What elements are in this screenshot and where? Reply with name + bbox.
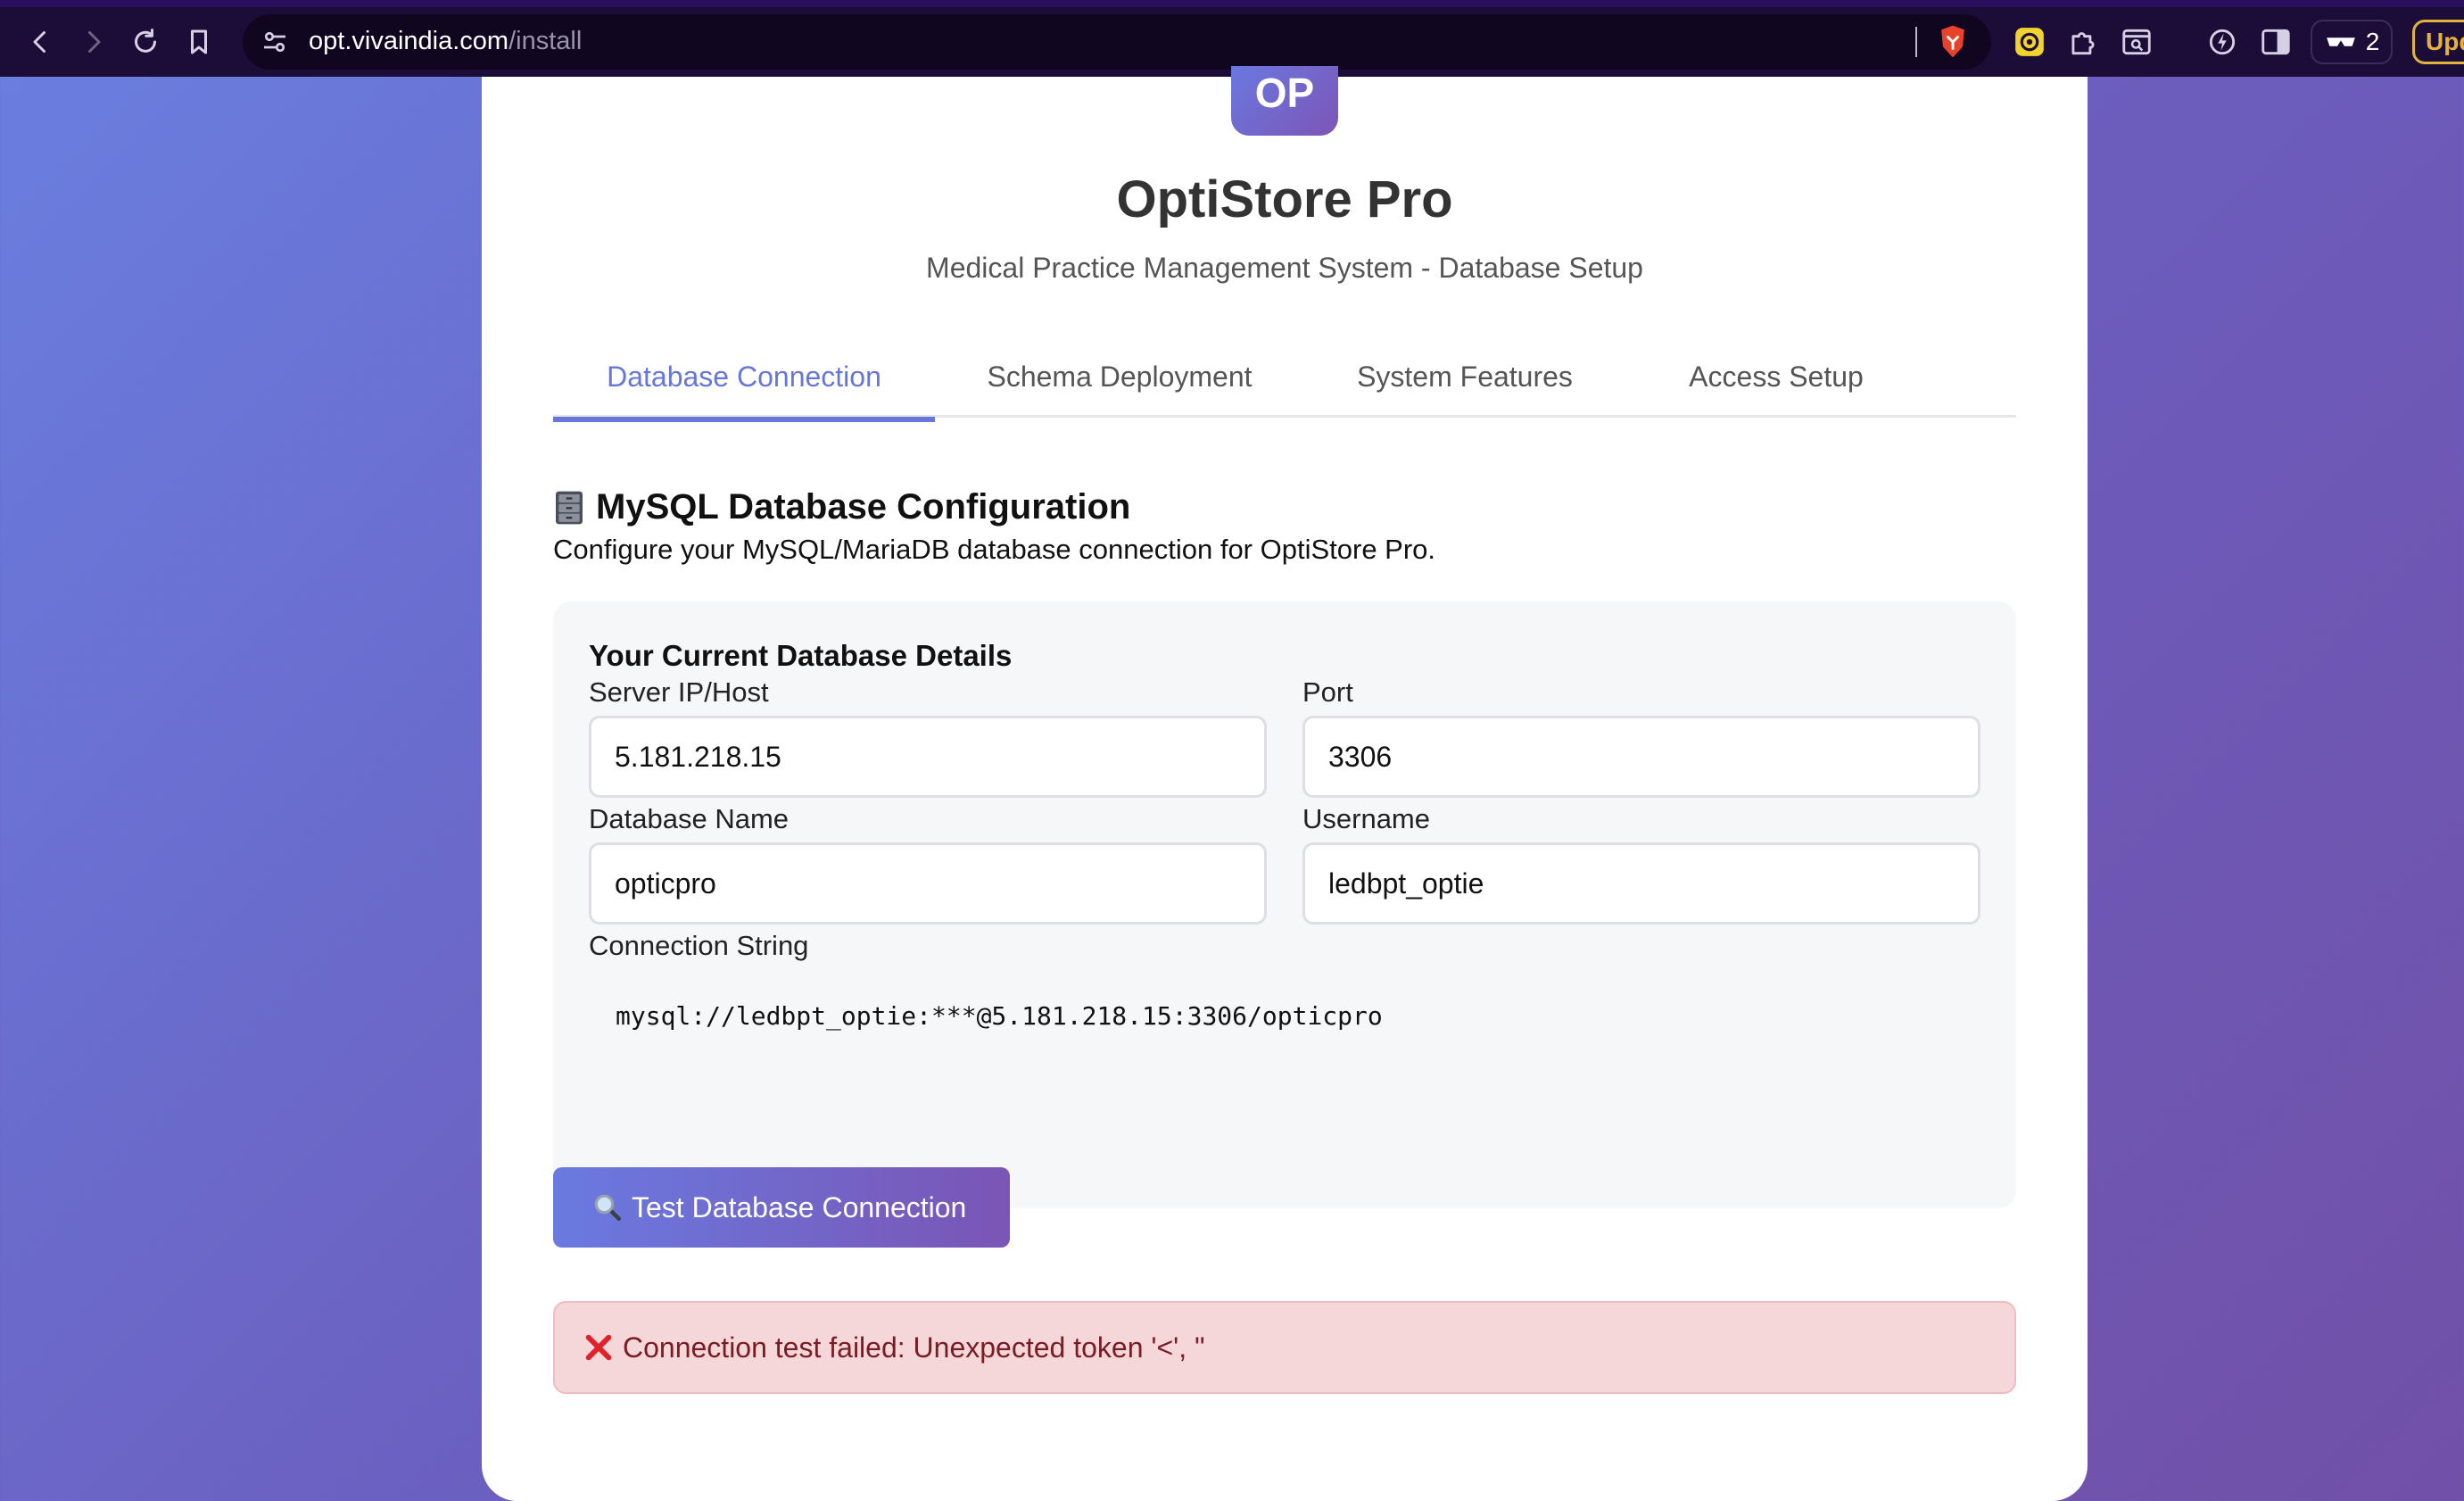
- section-description: Configure your MySQL/MariaDB database co…: [553, 534, 1436, 565]
- private-windows-button[interactable]: 2: [2311, 20, 2393, 64]
- setup-tabs: Database Connection Schema Deployment Sy…: [553, 361, 2016, 422]
- sidebar-toggle-button[interactable]: [2255, 21, 2296, 62]
- site-settings-icon[interactable]: [259, 26, 291, 58]
- test-connection-button[interactable]: Test Database Connection: [553, 1167, 1010, 1248]
- server-host-input[interactable]: [589, 716, 1267, 798]
- glasses-icon: [2326, 37, 2355, 46]
- chevron-left-icon: [33, 31, 45, 53]
- leo-ai-button[interactable]: [2202, 21, 2243, 62]
- section-heading: MySQL Database Configuration: [553, 487, 1130, 527]
- port-label: Port: [1302, 676, 1353, 708]
- app-title: OptiStore Pro: [1116, 170, 1453, 228]
- brave-shield-icon[interactable]: [1933, 22, 1972, 62]
- tab-schema-deployment[interactable]: Schema Deployment: [935, 361, 1304, 418]
- extension-badge-icon: [2015, 28, 2044, 56]
- private-window-count: 2: [2365, 28, 2380, 55]
- ai-assistant-icon: [2209, 29, 2236, 55]
- tab-access-setup[interactable]: Access Setup: [1625, 361, 1927, 418]
- database-name-input[interactable]: [589, 842, 1267, 925]
- test-connection-label: Test Database Connection: [632, 1190, 967, 1223]
- panel-title: Your Current Database Details: [589, 639, 1013, 672]
- sidebar-icon: [2261, 29, 2290, 55]
- url-host: opt.vivaindia.com: [309, 27, 509, 55]
- server-label: Server IP/Host: [589, 676, 769, 708]
- forward-button[interactable]: [71, 20, 116, 64]
- install-card: OP OptiStore Pro Medical Practice Manage…: [482, 66, 2088, 1501]
- connection-string-value: mysql://ledbpt_optie:***@5.181.218.15:33…: [616, 1001, 1383, 1031]
- browser-top-strip: [0, 0, 2464, 7]
- window-search-icon: [2122, 29, 2151, 55]
- reload-button[interactable]: [123, 20, 168, 64]
- update-button[interactable]: Upd: [2412, 20, 2464, 64]
- url-text[interactable]: opt.vivaindia.com/install: [309, 27, 582, 56]
- extensions-button[interactable]: [2063, 21, 2104, 62]
- bookmark-icon: [191, 29, 207, 54]
- tab-system-features[interactable]: System Features: [1304, 361, 1625, 418]
- username-label: Username: [1302, 803, 1430, 834]
- error-alert: Connection test failed: Unexpected token…: [553, 1301, 2016, 1394]
- update-label: Upd: [2426, 28, 2464, 55]
- tab-database-connection[interactable]: Database Connection: [553, 361, 935, 422]
- username-input[interactable]: [1302, 842, 1980, 925]
- extension-vpn-button[interactable]: [2009, 21, 2050, 62]
- connection-string-label: Connection String: [589, 930, 809, 961]
- address-bar[interactable]: opt.vivaindia.com/install: [243, 14, 1991, 70]
- app-logo: OP: [1231, 66, 1338, 136]
- puzzle-icon: [2071, 32, 2095, 55]
- reload-icon: [135, 29, 156, 53]
- back-button[interactable]: [18, 20, 62, 64]
- url-path: /install: [509, 27, 583, 55]
- magnifier-icon: [594, 1194, 622, 1222]
- bookmark-button[interactable]: [177, 20, 221, 64]
- section-heading-text: MySQL Database Configuration: [596, 487, 1131, 527]
- database-name-label: Database Name: [589, 803, 790, 834]
- port-input[interactable]: [1302, 716, 1980, 798]
- app-subtitle: Medical Practice Management System - Dat…: [926, 252, 1643, 284]
- error-message: Connection test failed: Unexpected token…: [623, 1331, 1205, 1364]
- chevron-right-icon: [88, 31, 101, 53]
- file-cabinet-icon: [556, 491, 583, 524]
- page-search-button[interactable]: [2116, 21, 2157, 62]
- address-divider: [1915, 27, 1917, 57]
- logo-text: OP: [1254, 70, 1315, 116]
- cross-mark-icon: [585, 1334, 612, 1361]
- database-details-panel: Your Current Database Details Server IP/…: [553, 601, 2016, 1208]
